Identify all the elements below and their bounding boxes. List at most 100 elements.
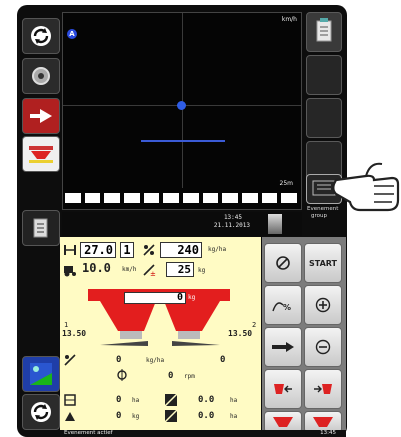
section-indicator bbox=[183, 193, 199, 203]
document-icon bbox=[33, 218, 48, 238]
clock-time: 13:45 bbox=[223, 214, 242, 221]
area-counter-icon bbox=[64, 394, 76, 406]
section-indicator bbox=[104, 193, 121, 203]
svg-text:%: % bbox=[283, 303, 291, 312]
work-panel: 27.0 1 240 kg/ha 10.0 km/h ± 25 kg 0 kg … bbox=[60, 237, 261, 431]
event-group-callout: Evenement group bbox=[307, 206, 338, 220]
plus-circle-icon bbox=[315, 297, 331, 313]
application-rate-field[interactable]: 240 bbox=[160, 242, 202, 258]
total-weight-icon bbox=[164, 409, 178, 423]
section-indicator bbox=[163, 193, 180, 203]
tractor-position-icon bbox=[177, 101, 186, 110]
svg-text:±: ± bbox=[150, 270, 156, 277]
speed-icon bbox=[64, 266, 76, 277]
rpm-unit-label: rpm bbox=[184, 373, 195, 380]
refresh-icon bbox=[31, 26, 51, 46]
section-indicator bbox=[242, 193, 258, 203]
refresh-button-bottom[interactable] bbox=[22, 394, 60, 430]
clipboard-button[interactable] bbox=[306, 12, 342, 52]
step-unit-label: kg bbox=[198, 267, 206, 274]
clipboard-icon bbox=[316, 18, 332, 42]
speed-unit-label: km/h bbox=[281, 16, 297, 23]
map-scale-label: 25m bbox=[279, 180, 293, 187]
metering-slide-button[interactable] bbox=[264, 327, 302, 367]
section-indicator bbox=[261, 193, 278, 203]
hopper-weight-field: 0 bbox=[124, 292, 186, 304]
job-status-button[interactable] bbox=[22, 356, 60, 392]
working-width-field[interactable]: 27.0 bbox=[80, 242, 116, 258]
empty-softkey-1[interactable] bbox=[306, 55, 342, 95]
left-spread-icon bbox=[274, 384, 292, 394]
callout-line-2: group bbox=[311, 213, 327, 219]
section-control-icon bbox=[30, 109, 52, 123]
hopper-unit-label: kg bbox=[188, 294, 196, 301]
gear-icon bbox=[32, 67, 50, 85]
section-control-button[interactable] bbox=[22, 98, 60, 134]
spreader-icon bbox=[29, 146, 53, 163]
section-indicator bbox=[124, 193, 140, 203]
start-button[interactable]: START bbox=[304, 243, 342, 283]
section-indicator bbox=[143, 193, 160, 203]
left-disc-index: 1 bbox=[64, 321, 69, 329]
callout-line-1: Evenement bbox=[307, 206, 339, 212]
working-width-icon bbox=[64, 245, 76, 255]
section-indicator bbox=[84, 193, 101, 203]
right-disc-index: 2 bbox=[252, 321, 257, 329]
clock-date: 21.11.2013 bbox=[213, 222, 250, 229]
refresh-button-top[interactable] bbox=[22, 18, 60, 54]
pointer-wedge-icon bbox=[268, 214, 282, 234]
weight-unit-label: kg bbox=[132, 413, 140, 420]
left-spread-button[interactable] bbox=[264, 369, 302, 409]
area-value: 0 bbox=[116, 395, 122, 405]
right-spread-button[interactable] bbox=[304, 369, 342, 409]
rate-step-icon: ± bbox=[143, 264, 156, 277]
area-unit-label: ha bbox=[132, 397, 140, 404]
area-total-value: 0.0 bbox=[198, 395, 215, 405]
rate-unit-label: kg/ha bbox=[208, 246, 227, 253]
right-border-icon bbox=[313, 417, 333, 427]
stop-button[interactable] bbox=[264, 243, 302, 283]
rate-percent-icon: % bbox=[272, 302, 291, 312]
empty-softkey-2[interactable] bbox=[306, 98, 342, 138]
section-indicator bbox=[65, 193, 81, 203]
weight-counter-icon bbox=[65, 412, 75, 421]
area-total-unit-label: ha bbox=[230, 397, 238, 404]
status-time: 13:45 bbox=[320, 430, 336, 436]
map-view[interactable]: km/h A 25m bbox=[62, 12, 302, 210]
working-width-line bbox=[141, 140, 225, 142]
machine-settings-button[interactable] bbox=[22, 58, 60, 94]
weight-total-unit-label: ha bbox=[230, 413, 238, 420]
info-strip: 13:45 21.11.2013 bbox=[62, 212, 302, 236]
rpm-value: 0 bbox=[168, 371, 174, 381]
rate-decrease-button[interactable] bbox=[304, 327, 342, 367]
status-bar: Evenement actief 13:45 bbox=[60, 430, 346, 437]
no-entry-icon bbox=[276, 256, 290, 270]
rate-increase-button[interactable] bbox=[304, 285, 342, 325]
left-disc-value: 13.50 bbox=[62, 329, 87, 338]
spreader-view-button[interactable] bbox=[22, 136, 60, 172]
minus-circle-icon bbox=[315, 339, 331, 355]
rate-percent-button[interactable]: % bbox=[264, 285, 302, 325]
right-spread-icon bbox=[314, 384, 332, 394]
north-marker-icon: A bbox=[67, 29, 77, 39]
width-count-field[interactable]: 1 bbox=[120, 242, 134, 258]
document-button[interactable] bbox=[22, 210, 60, 246]
section-bar bbox=[65, 193, 298, 203]
hand-pointer-icon bbox=[332, 162, 400, 212]
section-indicator bbox=[222, 193, 239, 203]
right-disc-value: 13.50 bbox=[228, 329, 253, 338]
speed-unit-label: km/h bbox=[122, 266, 137, 273]
field-status-icon bbox=[30, 363, 52, 385]
flow-icon bbox=[64, 354, 76, 366]
weight-value: 0 bbox=[116, 411, 122, 421]
weight-total-value: 0.0 bbox=[198, 411, 215, 421]
metering-slide-icon bbox=[272, 342, 294, 352]
flow-right-value: 0 bbox=[220, 355, 226, 365]
flow-value: 0 bbox=[116, 355, 122, 365]
left-border-icon bbox=[273, 417, 293, 427]
section-indicator bbox=[281, 193, 298, 203]
status-text: Evenement actief bbox=[64, 430, 113, 436]
softkey-panel: START % bbox=[262, 237, 346, 433]
flow-unit-label: kg/ha bbox=[146, 357, 165, 364]
rate-step-field[interactable]: 25 bbox=[166, 262, 194, 277]
